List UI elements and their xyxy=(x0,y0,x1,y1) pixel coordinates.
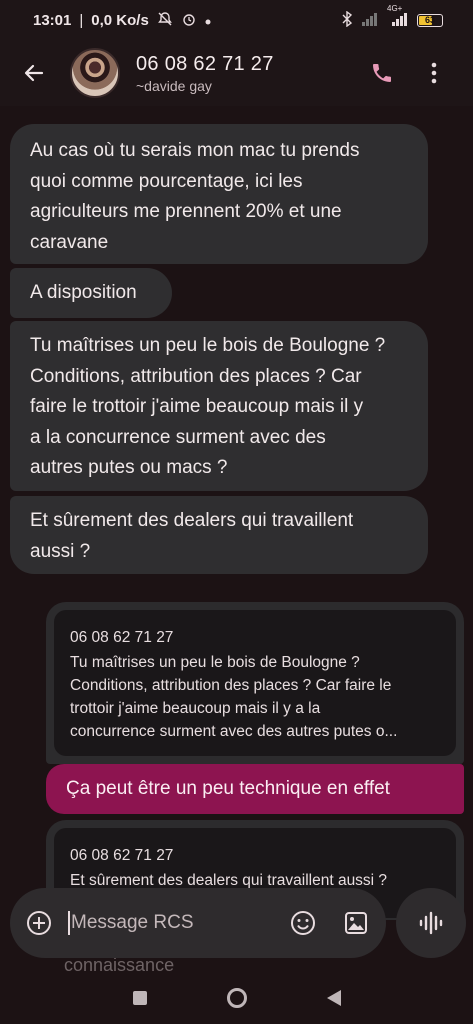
quoted-line: concurrence surment avec des autres pute… xyxy=(70,723,398,740)
mute-bell-icon xyxy=(157,11,173,30)
message-line: a la concurrence surment avec des xyxy=(30,426,326,448)
bluetooth-icon xyxy=(341,10,353,30)
compose-bar: Message RCS xyxy=(10,888,386,958)
quoted-sender: 06 08 62 71 27 xyxy=(70,629,174,646)
message-line: caravane xyxy=(30,231,109,253)
message-line: Au cas où tu serais mon mac tu prends xyxy=(30,140,360,161)
message-text: Ça peut être un peu technique en effet xyxy=(66,778,390,799)
status-network-speed: 0,0 Ko/s xyxy=(91,11,149,29)
network-type-label: 4G+ xyxy=(387,3,403,13)
quoted-message: 06 08 62 71 27 Tu maîtrises un peu le bo… xyxy=(54,610,456,756)
message-line: Conditions, attribution des places ? Car xyxy=(30,365,362,387)
call-button[interactable] xyxy=(367,58,397,88)
quoted-sender: 06 08 62 71 27 xyxy=(70,847,174,864)
message-line: Et sûrement des dealers qui travaillent xyxy=(30,510,354,531)
message-line: autres putes ou macs ? xyxy=(30,457,228,478)
message-line: Tu maîtrises un peu le bois de Boulogne … xyxy=(30,335,386,356)
status-bar: 13:01 | 0,0 Ko/s 4G+ 63 xyxy=(0,0,473,40)
image-icon xyxy=(345,912,367,934)
quoted-line: trottoir j'aime beaucoup mais il y a la xyxy=(70,700,321,717)
contact-name: 06 08 62 71 27 xyxy=(136,52,274,75)
incoming-message[interactable]: Au cas où tu serais mon mac tu prends qu… xyxy=(10,124,428,264)
quoted-line: Conditions, attribution des places ? Car… xyxy=(70,677,392,694)
more-options-button[interactable] xyxy=(419,58,449,88)
attach-button[interactable] xyxy=(24,908,54,938)
status-separator: | xyxy=(79,11,84,29)
alarm-icon xyxy=(181,11,197,30)
voice-message-button[interactable] xyxy=(396,888,466,958)
system-nav-bar xyxy=(0,972,473,1024)
contact-avatar[interactable] xyxy=(70,48,120,98)
quoted-message-card[interactable]: 06 08 62 71 27 Tu maîtrises un peu le bo… xyxy=(46,602,464,764)
quoted-line: Tu maîtrises un peu le bois de Boulogne … xyxy=(70,654,360,671)
notification-dot-icon xyxy=(205,13,211,28)
message-line: quoi comme pourcentage, ici les xyxy=(30,170,303,192)
home-button[interactable] xyxy=(226,988,247,1008)
incoming-message[interactable]: A disposition xyxy=(10,268,172,318)
battery-level: 63 xyxy=(424,15,435,25)
phone-icon xyxy=(373,64,391,82)
signal-sim1-icon xyxy=(361,12,379,29)
conversation-header: 06 08 62 71 27 ~davide gay xyxy=(0,40,473,106)
nav-back-button[interactable] xyxy=(326,990,341,1006)
outgoing-reply-group[interactable]: 06 08 62 71 27 Tu maîtrises un peu le bo… xyxy=(46,602,464,814)
incoming-message[interactable]: Tu maîtrises un peu le bois de Boulogne … xyxy=(10,321,428,491)
message-line: agriculteurs me prennent 20% et une xyxy=(30,201,342,222)
emoji-button[interactable] xyxy=(290,910,316,936)
more-vert-icon xyxy=(431,62,437,84)
message-input-placeholder: Message RCS xyxy=(71,912,194,933)
message-line: A disposition xyxy=(30,282,137,303)
signal-sim2-icon: 4G+ xyxy=(387,4,409,29)
status-time: 13:01 xyxy=(33,11,72,29)
recents-button[interactable] xyxy=(132,991,147,1005)
battery-icon: 63 xyxy=(417,13,443,27)
message-line: aussi ? xyxy=(30,540,91,562)
message-list[interactable]: Au cas où tu serais mon mac tu prends qu… xyxy=(0,106,473,920)
gallery-button[interactable] xyxy=(344,911,368,935)
add-circle-icon xyxy=(27,911,51,935)
text-cursor xyxy=(68,911,70,935)
emoji-icon xyxy=(291,911,315,935)
back-button[interactable] xyxy=(14,53,54,93)
message-input[interactable]: Message RCS xyxy=(68,911,290,935)
conversation-screen: 13:01 | 0,0 Ko/s 4G+ 63 06 08 62 71 27 ~… xyxy=(0,0,473,1024)
arrow-back-icon xyxy=(24,64,44,82)
outgoing-message[interactable]: Ça peut être un peu technique en effet xyxy=(46,764,464,814)
message-line: faire le trottoir j'aime beaucoup mais i… xyxy=(30,396,364,417)
waveform-icon xyxy=(419,911,443,935)
incoming-message[interactable]: Et sûrement des dealers qui travaillent … xyxy=(10,496,428,574)
contact-title-block[interactable]: 06 08 62 71 27 ~davide gay xyxy=(136,53,274,94)
contact-subtitle: ~davide gay xyxy=(136,77,212,94)
